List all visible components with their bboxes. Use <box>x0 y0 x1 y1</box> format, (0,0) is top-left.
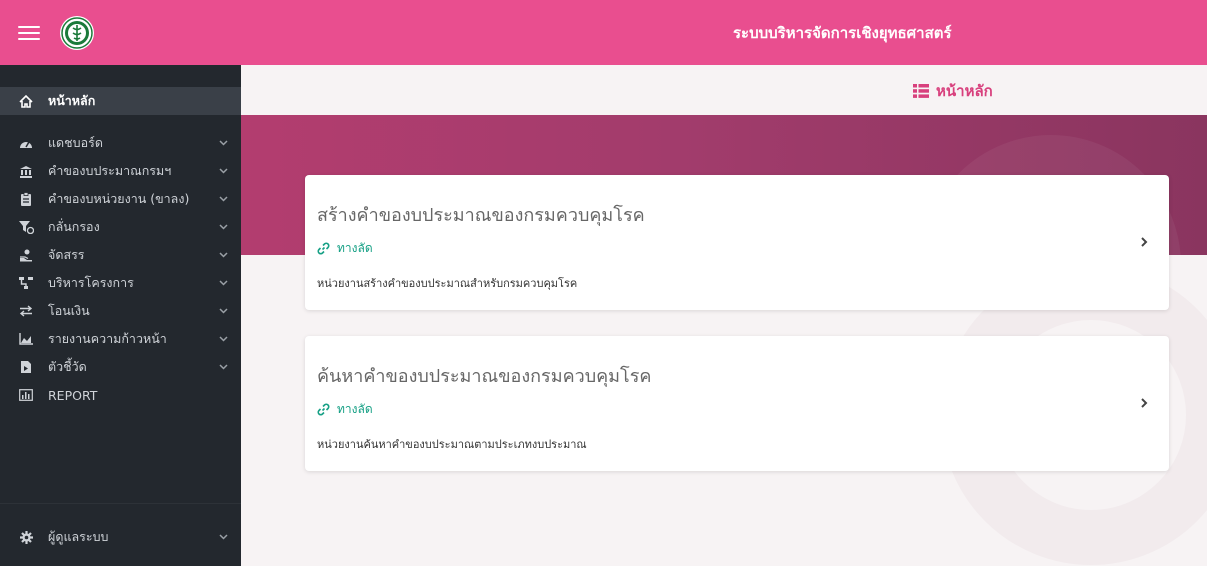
search-budget-card[interactable]: ค้นหาคำของบประมาณของกรมควบคุมโรค ทางลัด … <box>305 336 1169 471</box>
page-title: หน้าหลัก <box>913 79 993 103</box>
chevron-down-icon <box>219 364 228 370</box>
sidebar-item-label: คำของบหน่วยงาน (ขาลง) <box>48 191 190 206</box>
chevron-down-icon <box>219 140 228 146</box>
transfer-icon <box>17 305 35 317</box>
chevron-down-icon <box>219 224 228 230</box>
sidebar-item-report[interactable]: REPORT <box>0 381 241 409</box>
project-icon <box>17 277 35 289</box>
sidebar-item-label: จัดสรร <box>48 247 85 262</box>
chevron-down-icon <box>219 168 228 174</box>
sidebar-item-label: บริหารโครงการ <box>48 275 134 290</box>
list-icon <box>913 84 929 98</box>
sidebar-item-label: REPORT <box>48 387 98 403</box>
clipboard-icon <box>17 192 35 206</box>
sidebar-item-progress-report[interactable]: รายงานความก้าวหน้า <box>0 325 241 353</box>
sidebar-item-screening[interactable]: กลั่นกรอง <box>0 213 241 241</box>
sidebar-item-allocation[interactable]: จัดสรร <box>0 241 241 269</box>
chevron-right-icon <box>1141 398 1148 408</box>
sidebar-item-budget-request[interactable]: คำของบประมาณกรมฯ <box>0 157 241 185</box>
allocate-icon <box>17 249 35 262</box>
sidebar-item-unit-request[interactable]: คำของบหน่วยงาน (ขาลง) <box>0 185 241 213</box>
link-icon <box>317 403 330 416</box>
sidebar-item-admin[interactable]: ผู้ดูแลระบบ <box>0 523 241 551</box>
chevron-down-icon <box>219 252 228 258</box>
sidebar-item-label: ผู้ดูแลระบบ <box>48 529 109 544</box>
chevron-down-icon <box>219 280 228 286</box>
sidebar-item-label: หน้าหลัก <box>48 93 96 108</box>
shortcut-label: ทางลัด <box>337 402 373 416</box>
bank-icon <box>17 165 35 178</box>
card-title: สร้างคำของบประมาณของกรมควบคุมโรค <box>317 205 645 226</box>
sidebar-item-label: ตัวชี้วัด <box>48 359 87 374</box>
top-navbar: ระบบบริหารจัดการเชิงยุทธศาสตร์ <box>0 0 1207 65</box>
sidebar: หน้าหลัก แดชบอร์ด คำของบประมาณกรมฯ คำของ… <box>0 65 241 566</box>
area-chart-icon <box>17 333 35 345</box>
dashboard-icon <box>17 137 35 149</box>
chevron-down-icon <box>219 308 228 314</box>
hamburger-menu-button[interactable] <box>16 23 42 43</box>
shortcut-label: ทางลัด <box>337 241 373 255</box>
sidebar-item-indicators[interactable]: ตัวชี้วัด <box>0 353 241 381</box>
bar-chart-icon <box>17 389 35 401</box>
sidebar-item-money-transfer[interactable]: โอนเงิน <box>0 297 241 325</box>
app-title: ระบบบริหารจัดการเชิงยุทธศาสตร์ <box>733 24 952 42</box>
card-description: หน่วยงานสร้างคำของบประมาณสำหรับกรมควบคุม… <box>317 277 578 290</box>
chevron-right-icon <box>1141 237 1148 247</box>
sidebar-item-label: รายงานความก้าวหน้า <box>48 331 167 346</box>
sidebar-item-label: โอนเงิน <box>48 303 90 318</box>
ministry-logo <box>60 15 94 50</box>
page-title-text: หน้าหลัก <box>936 82 993 100</box>
filter-icon <box>17 220 35 234</box>
indicator-icon <box>17 360 35 374</box>
home-icon <box>17 94 35 108</box>
card-title: ค้นหาคำของบประมาณของกรมควบคุมโรค <box>317 366 652 387</box>
sidebar-item-dashboard[interactable]: แดชบอร์ด <box>0 129 241 157</box>
create-budget-card[interactable]: สร้างคำของบประมาณของกรมควบคุมโรค ทางลัด … <box>305 175 1169 310</box>
sidebar-item-label: กลั่นกรอง <box>48 219 100 234</box>
sidebar-item-home[interactable]: หน้าหลัก <box>0 87 241 115</box>
cog-icon <box>17 530 35 544</box>
sidebar-divider <box>0 503 241 504</box>
chevron-down-icon <box>219 336 228 342</box>
sidebar-item-label: คำของบประมาณกรมฯ <box>48 163 172 178</box>
page-header: หน้าหลัก <box>241 65 1207 115</box>
chevron-down-icon <box>219 534 228 540</box>
shortcut-link[interactable]: ทางลัด <box>317 239 373 258</box>
main-content: หน้าหลัก สร้างคำของบประมาณของกรมควบคุมโร… <box>241 65 1207 566</box>
link-icon <box>317 242 330 255</box>
sidebar-item-label: แดชบอร์ด <box>48 135 103 150</box>
card-description: หน่วยงานค้นหาคำของบประมาณตามประเภทงบประม… <box>317 438 587 451</box>
shortcut-link[interactable]: ทางลัด <box>317 400 373 419</box>
chevron-down-icon <box>219 196 228 202</box>
sidebar-item-project-management[interactable]: บริหารโครงการ <box>0 269 241 297</box>
